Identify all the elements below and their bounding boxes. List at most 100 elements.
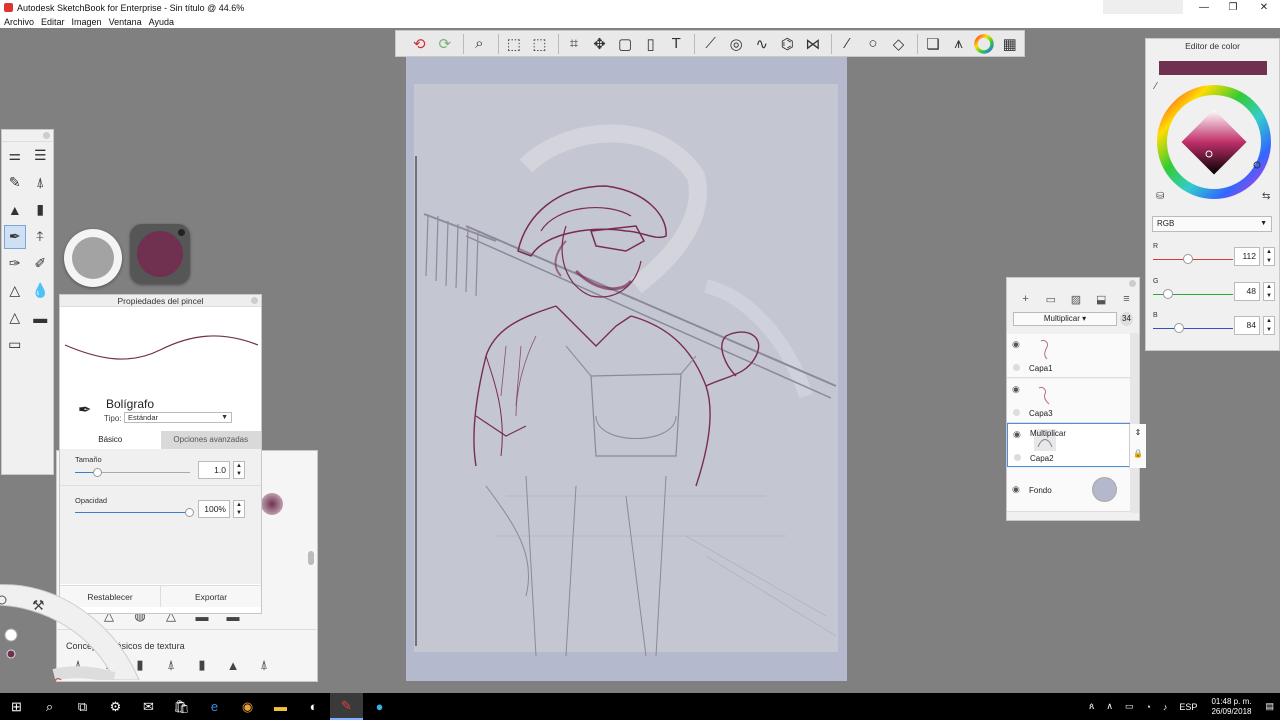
steam-icon[interactable]: ◐ [297, 693, 330, 720]
close-icon[interactable] [1129, 280, 1136, 287]
fill-icon[interactable]: ▯ [639, 32, 662, 55]
close-icon[interactable] [251, 297, 258, 304]
perspective-icon[interactable]: ▢ [614, 32, 637, 55]
layer-item-background[interactable]: ◉ Fondo [1007, 468, 1130, 512]
layer-scrollbar[interactable] [1130, 333, 1139, 513]
volume-icon[interactable]: ♪ [1163, 702, 1168, 712]
technical-pen-icon[interactable]: ⍋ [29, 171, 51, 195]
size-value-field[interactable]: 1.0 [198, 461, 230, 479]
eye-icon[interactable]: ◉ [1012, 384, 1020, 395]
swatches-icon[interactable]: ▦ [998, 32, 1021, 55]
green-slider-knob[interactable] [1163, 289, 1174, 299]
ballpoint-pen-icon[interactable]: ✒ [3, 224, 26, 249]
lock-icon[interactable]: 🔒 [1130, 449, 1146, 458]
eye-icon[interactable]: ◉ [1013, 429, 1021, 440]
color-wheel-icon[interactable] [973, 32, 996, 55]
text-icon[interactable]: T [665, 32, 688, 55]
palette-grip[interactable] [2, 130, 53, 142]
blue-slider-knob[interactable] [1174, 323, 1185, 333]
background-color-swatch[interactable] [1092, 477, 1117, 502]
color-puck-icon[interactable] [6, 649, 16, 659]
maximize-button[interactable]: ❐ [1219, 0, 1247, 15]
transform-select-icon[interactable]: ⬚ [528, 32, 551, 55]
brush-library-icon[interactable]: ⩚ [947, 32, 970, 55]
blend-mode-dropdown[interactable]: Multiplicar ▾ [1013, 312, 1117, 326]
chrome-icon[interactable]: ◉ [231, 693, 264, 720]
perspective-grid-icon[interactable]: ⌬ [776, 32, 799, 55]
settings-gear-icon[interactable]: ⚙ [99, 693, 132, 720]
minimize-button[interactable]: — [1190, 0, 1218, 15]
app-taskbar-icon[interactable]: ● [363, 693, 396, 720]
menu-editar[interactable]: Editar [41, 17, 65, 27]
merge-icon[interactable]: ⬓ [1089, 293, 1114, 306]
opacity-slider[interactable] [75, 508, 194, 517]
menu-ayuda[interactable]: Ayuda [149, 17, 174, 27]
circle-icon[interactable]: ○ [862, 32, 885, 55]
close-button[interactable]: ✕ [1250, 0, 1278, 15]
airbrush-icon[interactable]: △ [4, 279, 26, 303]
fine-pen-icon[interactable]: ⍏ [29, 225, 51, 249]
chevron-up-icon[interactable]: ∧ [1106, 701, 1113, 712]
undo-icon[interactable]: ⟲ [408, 32, 431, 55]
crop-icon[interactable]: ⌗ [563, 32, 586, 55]
clock[interactable]: 01:48 p. m. 26/09/2018 [1211, 697, 1251, 717]
layer-select-radio[interactable] [1014, 454, 1021, 461]
person-icon[interactable]: ጰ [1089, 701, 1094, 712]
eraser-icon[interactable]: ▬ [29, 306, 51, 330]
texture-brush-icon[interactable]: ⍋ [253, 656, 275, 674]
eye-icon[interactable]: ◉ [1012, 484, 1020, 495]
ruler-icon[interactable]: ⟋ [699, 32, 722, 55]
active-color-swatch[interactable] [130, 224, 190, 284]
layer-opacity-badge[interactable]: 34 [1120, 312, 1133, 326]
hard-eraser-icon[interactable]: ▭ [4, 333, 26, 357]
brush-library-scrollbar[interactable] [308, 551, 314, 565]
blue-slider-track[interactable] [1153, 328, 1233, 329]
felt-marker-icon[interactable]: ▮ [29, 198, 51, 222]
brush-pen-icon[interactable]: ✐ [29, 252, 51, 276]
task-view-icon[interactable]: ⧉ [66, 693, 99, 720]
layer-item-selected[interactable]: ◉ Multiplicar Capa2 ⇕ 🔒 [1007, 423, 1146, 468]
red-slider-knob[interactable] [1183, 254, 1194, 264]
layer-select-radio[interactable] [1013, 364, 1020, 371]
line-icon[interactable]: ⁄ [836, 32, 859, 55]
redo-icon[interactable]: ⟳ [434, 32, 457, 55]
red-stepper[interactable]: ▲ ▼ [1263, 247, 1275, 266]
drawing-canvas[interactable] [406, 56, 847, 681]
file-explorer-icon[interactable]: ▬ [264, 693, 297, 720]
opacity-slider-knob[interactable] [185, 508, 194, 517]
red-slider-track[interactable] [1153, 259, 1233, 260]
move-layer-icon[interactable]: ⇕ [1130, 428, 1146, 437]
export-button[interactable]: Exportar [161, 586, 261, 607]
green-stepper[interactable]: ▲ ▼ [1263, 282, 1275, 301]
sketchbook-taskbar-icon[interactable]: ✎ [330, 693, 363, 720]
brush-settings-icon[interactable]: ⚌ [4, 144, 26, 168]
color-mode-dropdown[interactable]: RGB ▼ [1152, 216, 1272, 232]
network-icon[interactable]: ◔ [1145, 702, 1150, 712]
language-indicator[interactable]: ESP [1179, 702, 1197, 712]
smudge-icon[interactable]: △ [4, 306, 26, 330]
menu-ventana[interactable]: Ventana [109, 17, 142, 27]
opacity-stepper[interactable]: ▲ ▼ [233, 500, 245, 518]
ellipse-icon[interactable]: ◎ [725, 32, 748, 55]
size-slider[interactable] [75, 468, 190, 477]
symmetry-icon[interactable]: ⋈ [802, 32, 825, 55]
size-stepper[interactable]: ▲ ▼ [233, 461, 245, 479]
undo-icon[interactable]: ⟲ [52, 675, 62, 680]
blue-value-field[interactable]: 84 [1234, 316, 1260, 335]
layer-item[interactable]: ◉ Capa3 [1007, 379, 1130, 423]
shape-icon[interactable]: ◇ [887, 32, 910, 55]
lagoon-menu[interactable]: ⚒ ⟲ [0, 580, 144, 680]
tab-basic[interactable]: Básico [60, 431, 161, 449]
eye-icon[interactable]: ◉ [1012, 339, 1020, 350]
tab-advanced[interactable]: Opciones avanzadas [160, 431, 261, 449]
pencil-brush-icon[interactable]: ✎ [4, 171, 26, 195]
brush-library-toggle-icon[interactable]: ☰ [29, 144, 51, 168]
layer-select-radio[interactable] [1013, 409, 1020, 416]
store-icon[interactable]: 🛍 [165, 693, 198, 720]
add-image-icon[interactable]: ▨ [1063, 293, 1088, 306]
add-group-icon[interactable]: ▭ [1038, 293, 1063, 306]
curve-icon[interactable]: ∿ [751, 32, 774, 55]
tools-icon[interactable]: ⚒ [32, 598, 45, 614]
menu-imagen[interactable]: Imagen [72, 17, 102, 27]
close-icon[interactable] [43, 132, 50, 139]
